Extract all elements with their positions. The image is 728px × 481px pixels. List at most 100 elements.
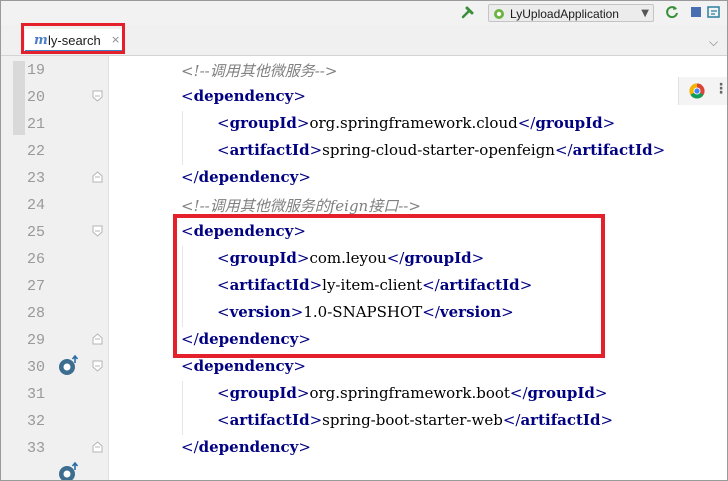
search-everywhere-icon[interactable] — [707, 5, 721, 19]
tag-bracket: < — [181, 87, 194, 105]
browser-popup[interactable]: ⋮ — [678, 77, 727, 105]
main-toolbar: LyUploadApplication ▼ — [1, 1, 727, 25]
code-highlight-box — [173, 214, 605, 358]
line-number: 21 — [27, 116, 46, 133]
tag-bracket: > — [298, 168, 311, 186]
tag-name: artifactId — [572, 141, 653, 159]
line-number: 33 — [27, 440, 46, 457]
code-text: <artifactId>spring-cloud-starter-openfei… — [217, 141, 665, 159]
code-text: <dependency> — [181, 87, 306, 105]
tag-bracket: </ — [554, 141, 573, 159]
code-text: <!--调用其他微服务--> — [181, 60, 337, 81]
code-text: <!--调用其他微服务的feign接口--> — [181, 195, 421, 216]
tag-value: org.springframework.cloud — [309, 114, 518, 132]
line-number: 26 — [27, 251, 46, 268]
code-text: <artifactId>spring-boot-starter-web</art… — [217, 411, 613, 429]
tag-bracket: < — [217, 411, 230, 429]
fold-marker-icon[interactable] — [92, 333, 103, 345]
tag-bracket: </ — [181, 438, 199, 456]
tag-name: groupId — [535, 114, 603, 132]
tag-name: dependency — [193, 357, 294, 375]
tag-value: org.springframework.boot — [309, 384, 510, 402]
fold-marker-icon[interactable] — [92, 225, 103, 237]
xml-comment: <!--调用其他微服务--> — [181, 62, 338, 80]
tag-bracket: > — [594, 384, 608, 402]
tag-bracket: > — [600, 411, 614, 429]
line-number: 19 — [27, 62, 46, 79]
tag-bracket: </ — [502, 411, 521, 429]
tag-name: artifactId — [229, 141, 310, 159]
tag-bracket: < — [217, 141, 230, 159]
line-number: 29 — [27, 332, 46, 349]
code-line[interactable]: 19 <!--调用其他微服务--> — [1, 57, 727, 84]
line-number: 31 — [27, 386, 46, 403]
tag-name: groupId — [229, 384, 297, 402]
tab-highlight-box — [21, 23, 125, 54]
code-line[interactable]: 23 </dependency> — [1, 165, 727, 192]
run-configuration-select[interactable]: LyUploadApplication ▼ — [488, 4, 654, 22]
tab-list-chevron-icon[interactable]: ⌵ — [709, 35, 718, 50]
tag-bracket: > — [652, 141, 666, 159]
chevron-down-icon: ▼ — [641, 8, 649, 19]
line-number: 24 — [27, 197, 46, 214]
tag-bracket: > — [296, 114, 310, 132]
code-line[interactable]: 30 <dependency> — [1, 354, 727, 381]
chrome-icon[interactable] — [689, 83, 705, 99]
line-number: 30 — [27, 359, 46, 376]
tag-bracket: </ — [509, 384, 528, 402]
tag-bracket: < — [217, 384, 230, 402]
tag-name: groupId — [527, 384, 595, 402]
code-text: </dependency> — [181, 168, 311, 186]
tag-bracket: > — [296, 384, 310, 402]
tag-bracket: > — [602, 114, 616, 132]
tag-value: spring-cloud-starter-openfeign — [322, 141, 555, 159]
tag-bracket: > — [293, 357, 306, 375]
run-configuration-label: LyUploadApplication — [510, 7, 619, 21]
stop-icon[interactable] — [689, 5, 703, 19]
spring-boot-icon — [494, 9, 504, 19]
xml-comment: <!--调用其他微服务的feign接口--> — [181, 197, 421, 215]
tag-bracket: > — [293, 87, 306, 105]
implemented-override-icon[interactable] — [57, 354, 81, 378]
tag-name: dependency — [193, 87, 294, 105]
ide-window: LyUploadApplication ▼ m ly-search × ⌵ 19… — [0, 0, 728, 481]
line-number: 22 — [27, 143, 46, 160]
tag-bracket: > — [309, 141, 323, 159]
tag-name: artifactId — [520, 411, 601, 429]
implemented-override-icon[interactable] — [57, 461, 81, 481]
tag-bracket: > — [298, 438, 311, 456]
tag-name: dependency — [198, 168, 299, 186]
rerun-icon[interactable] — [665, 5, 679, 19]
tag-bracket: </ — [181, 168, 199, 186]
line-number: 20 — [27, 89, 46, 106]
code-line[interactable]: 31 <groupId>org.springframework.boot</gro… — [1, 381, 727, 408]
code-line[interactable]: 33 </dependency> — [1, 435, 727, 462]
tag-bracket: < — [181, 357, 194, 375]
code-line[interactable]: 32 <artifactId>spring-boot-starter-web</a… — [1, 408, 727, 435]
fold-marker-icon[interactable] — [92, 441, 103, 453]
tag-bracket: < — [217, 114, 230, 132]
code-line[interactable]: 22 <artifactId>spring-cloud-starter-openf… — [1, 138, 727, 165]
tag-name: dependency — [198, 438, 299, 456]
line-number: 27 — [27, 278, 46, 295]
tag-name: groupId — [229, 114, 297, 132]
hammer-icon[interactable] — [461, 5, 475, 19]
line-number: 25 — [27, 224, 46, 241]
line-number: 28 — [27, 305, 46, 322]
tag-bracket: </ — [517, 114, 536, 132]
fold-marker-icon[interactable] — [92, 171, 103, 183]
code-text: <groupId>org.springframework.boot</group… — [217, 384, 607, 402]
line-number: 23 — [27, 170, 46, 187]
fold-marker-icon[interactable] — [92, 90, 103, 102]
more-browsers-icon[interactable]: ⋮ — [714, 81, 727, 97]
code-text: <groupId>org.springframework.cloud</grou… — [217, 114, 615, 132]
code-line[interactable]: 21 <groupId>org.springframework.cloud</gr… — [1, 111, 727, 138]
code-text: <dependency> — [181, 357, 306, 375]
line-number: 32 — [27, 413, 46, 430]
fold-marker-icon[interactable] — [92, 360, 103, 372]
tag-name: artifactId — [229, 411, 310, 429]
code-line[interactable]: 20 <dependency> — [1, 84, 727, 111]
code-text: </dependency> — [181, 438, 311, 456]
tag-value: spring-boot-starter-web — [322, 411, 503, 429]
tag-bracket: > — [309, 411, 323, 429]
